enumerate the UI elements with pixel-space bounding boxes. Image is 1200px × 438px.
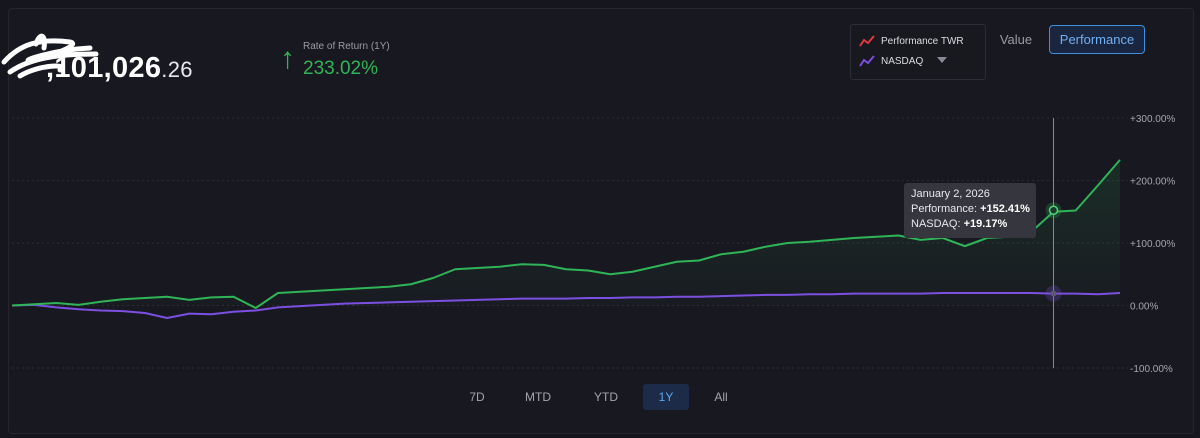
- nasdaq-hover-point: [1050, 290, 1057, 297]
- range-tab-ytd[interactable]: YTD: [583, 384, 629, 410]
- range-tab-1y[interactable]: 1Y: [643, 384, 689, 410]
- tooltip-nasdaq-value: +19.17%: [963, 218, 1008, 230]
- y-tick-label: +100.00%: [1130, 239, 1175, 250]
- tooltip-date: January 2, 2026: [911, 188, 990, 200]
- range-tab-7d[interactable]: 7D: [455, 384, 499, 410]
- y-tick-label: +300.00%: [1130, 114, 1175, 125]
- tooltip-performance-value: +152.41%: [980, 203, 1030, 215]
- tooltip-performance: Performance: +152.41%: [911, 203, 1030, 215]
- chart-tooltip: January 2, 2026 Performance: +152.41% NA…: [904, 183, 1036, 238]
- tooltip-performance-label: Performance:: [911, 203, 981, 215]
- y-tick-label: 0.00%: [1130, 302, 1158, 313]
- y-tick-label: -100.00%: [1130, 364, 1173, 375]
- range-tab-mtd[interactable]: MTD: [513, 384, 563, 410]
- tooltip-nasdaq-label: NASDAQ:: [911, 218, 964, 230]
- performance-hover-point: [1048, 205, 1059, 215]
- tooltip-nasdaq: NASDAQ: +19.17%: [911, 218, 1007, 230]
- y-tick-label: +200.00%: [1130, 177, 1175, 188]
- range-tab-all[interactable]: All: [699, 384, 743, 410]
